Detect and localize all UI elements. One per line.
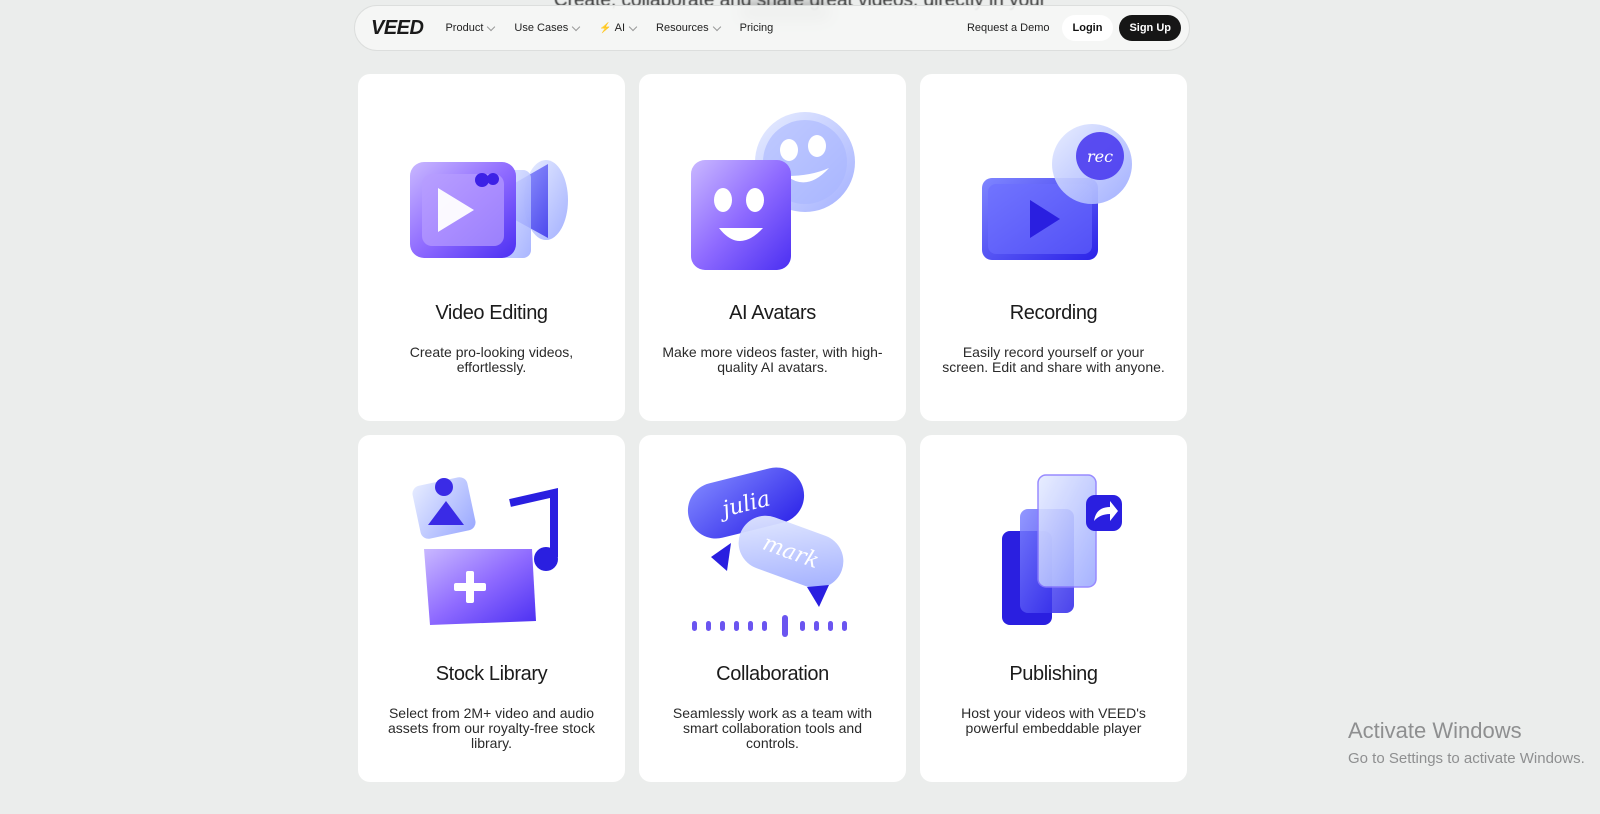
card-title: Collaboration: [716, 663, 829, 685]
nav-item-label: Product: [445, 22, 484, 34]
feature-card-stock-library[interactable]: Stock Library Select from 2M+ video and …: [358, 435, 625, 782]
signup-button[interactable]: Sign Up: [1119, 15, 1181, 41]
feature-card-video-editing[interactable]: Video Editing Create pro-looking videos,…: [358, 74, 625, 421]
nav-links: Product Use Cases ⚡ AI Resources Pricing: [445, 22, 793, 34]
feature-card-publishing[interactable]: Publishing Host your videos with VEED's …: [920, 435, 1187, 782]
card-description: Easily record yourself or your screen. E…: [942, 344, 1165, 375]
record-screen-icon: rec: [982, 124, 1132, 260]
chat-bubbles-icon: julia mark: [687, 467, 847, 637]
login-button[interactable]: Login: [1061, 15, 1114, 41]
nav-item-label: Resources: [656, 22, 709, 34]
card-description: Seamlessly work as a team with smart col…: [672, 705, 873, 751]
rec-label: rec: [1087, 147, 1113, 166]
card-title: Video Editing: [435, 302, 548, 324]
card-title: AI Avatars: [729, 302, 816, 324]
chevron-down-icon: [487, 22, 496, 31]
feature-card-ai-avatars[interactable]: AI Avatars Make more videos faster, with…: [639, 74, 906, 421]
veed-logo[interactable]: VEED: [371, 17, 424, 40]
lightning-icon: ⚡: [599, 22, 612, 34]
feature-grid: Video Editing Create pro-looking videos,…: [358, 74, 1187, 782]
card-title: Recording: [1009, 302, 1098, 324]
nav-item-ai[interactable]: ⚡ AI: [599, 22, 638, 34]
chevron-down-icon: [571, 22, 581, 31]
watermark-subtitle: Go to Settings to activate Windows.: [1348, 750, 1585, 767]
share-layers-icon: [1002, 474, 1122, 625]
nav-item-label: AI: [614, 22, 626, 34]
watermark-title: Activate Windows: [1348, 718, 1522, 743]
card-description: Select from 2M+ video and audio assets f…: [388, 705, 595, 751]
card-description: Host your videos with VEED's powerful em…: [961, 705, 1146, 736]
video-camera-icon: [410, 160, 568, 258]
nav-item-resources[interactable]: Resources: [656, 22, 721, 34]
card-description: Make more videos faster, with high-quali…: [662, 344, 883, 375]
feature-card-recording[interactable]: rec Recording Easily record yourself or …: [920, 74, 1187, 421]
windows-activation-watermark: Activate Windows Go to Settings to activ…: [1348, 718, 1585, 767]
request-demo-link[interactable]: Request a Demo: [967, 22, 1050, 34]
nav-item-use-cases[interactable]: Use Cases: [514, 22, 581, 34]
nav-item-pricing[interactable]: Pricing: [740, 22, 774, 34]
card-description: Create pro-looking videos, effortlessly.: [409, 344, 574, 375]
nav-item-label: Use Cases: [514, 22, 569, 34]
feature-card-collaboration[interactable]: julia mark Collaboration Seamlessly work…: [639, 435, 906, 782]
stock-folder-icon: [412, 477, 558, 625]
avatar-faces-icon: [691, 112, 855, 270]
nav-item-label: Pricing: [739, 22, 774, 34]
chevron-down-icon: [628, 22, 638, 31]
chevron-down-icon: [712, 22, 721, 31]
card-title: Stock Library: [435, 663, 548, 685]
card-title: Publishing: [1009, 663, 1098, 685]
nav-actions: Request a Demo Login Sign Up: [967, 15, 1181, 41]
nav-item-product[interactable]: Product: [445, 22, 496, 34]
top-navbar: VEED Product Use Cases ⚡ AI Resources Pr…: [354, 5, 1190, 51]
